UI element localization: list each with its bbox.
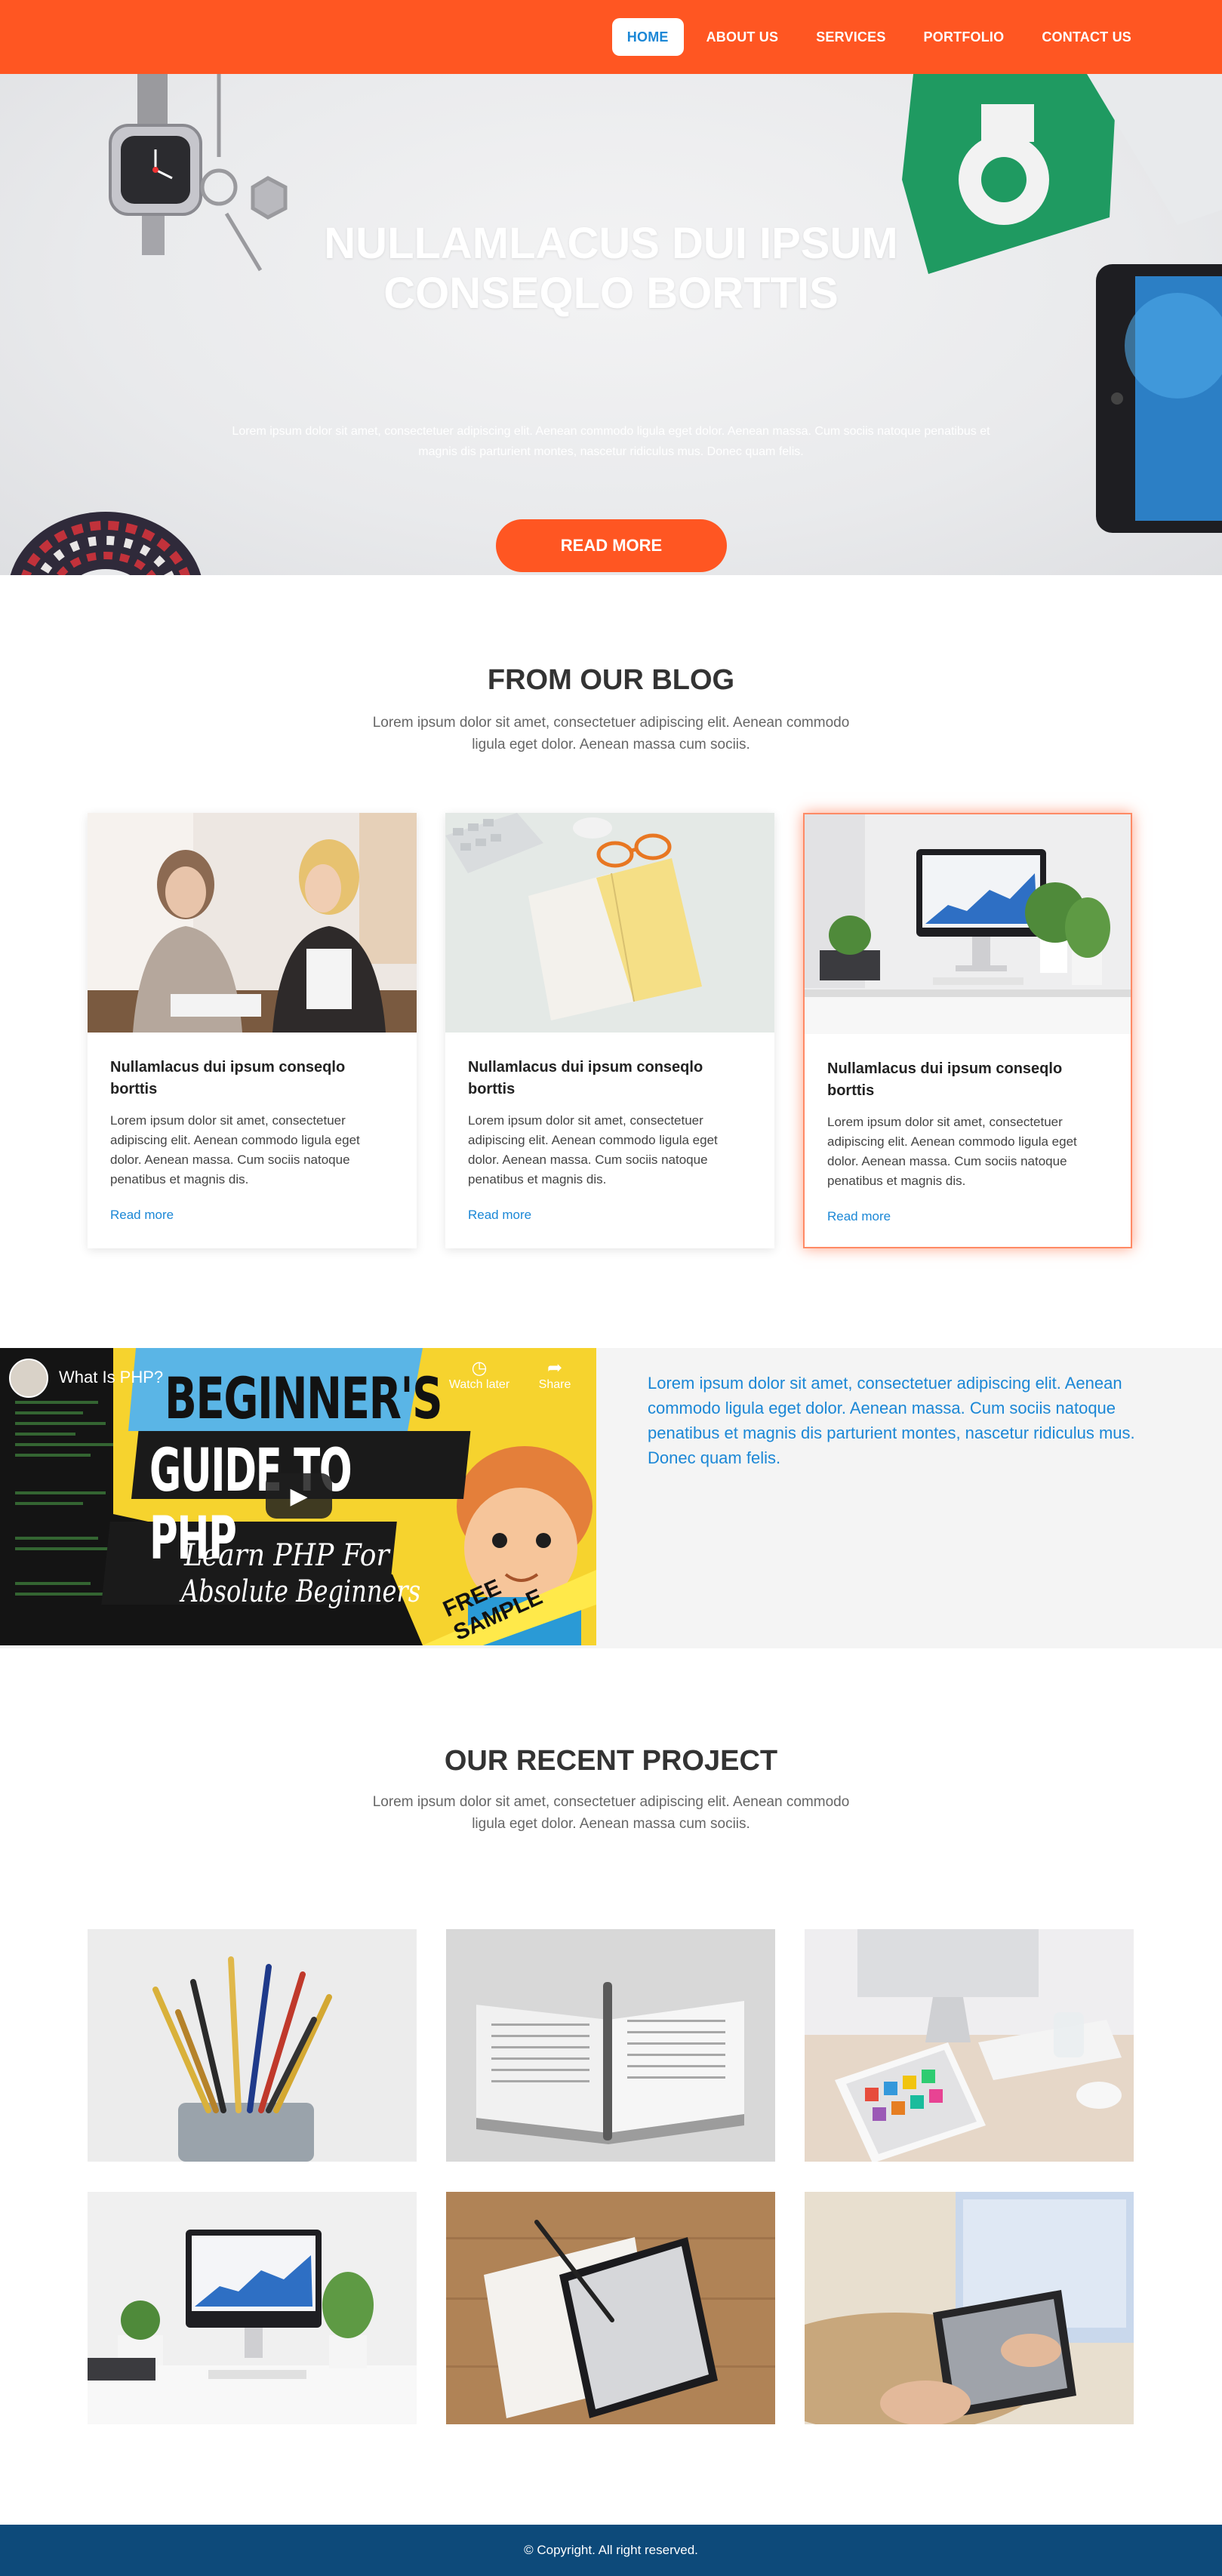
- project-open-book-image[interactable]: [446, 1929, 775, 2162]
- blog-card: Nullamlacus dui ipsum conseqlo borttis L…: [88, 813, 417, 1248]
- blog-card-body: Nullamlacus dui ipsum conseqlo borttis L…: [88, 1033, 417, 1223]
- video-section: What Is PHP? ◷ Watch later ➦ Share BEGIN…: [0, 1348, 1222, 1648]
- nav-services[interactable]: SERVICES: [801, 18, 900, 56]
- blog-card-highlighted: Nullamlacus dui ipsum conseqlo borttis L…: [803, 813, 1132, 1248]
- project-tablet-hands-image[interactable]: [805, 2192, 1134, 2424]
- nav-menu: HOME ABOUT US SERVICES PORTFOLIO CONTACT…: [611, 18, 1147, 56]
- blog-card-text: Lorem ipsum dolor sit amet, consectetuer…: [110, 1113, 360, 1186]
- project-tablet-desk-image[interactable]: [805, 1929, 1134, 2162]
- hero-subtitle: Lorem ipsum dolor sit amet, consectetuer…: [232, 425, 990, 458]
- blog-subtitle: Lorem ipsum dolor sit amet, consectetuer…: [372, 715, 850, 752]
- projects-grid: [88, 1929, 1222, 2424]
- blog-card-image-notebook: [445, 813, 774, 1033]
- blog-card-title: Nullamlacus dui ipsum conseqlo borttis: [827, 1060, 1063, 1099]
- play-icon: ▶: [290, 1483, 308, 1509]
- blog-card-image-desktop: [805, 814, 1131, 1034]
- nav-contact-us[interactable]: CONTACT US: [1027, 18, 1147, 56]
- watch-later-button[interactable]: ◷ Watch later: [442, 1359, 517, 1392]
- play-button[interactable]: ▶: [266, 1473, 332, 1519]
- blog-card-read-more-link[interactable]: Read more: [468, 1208, 531, 1223]
- nav-portfolio[interactable]: PORTFOLIO: [909, 18, 1020, 56]
- hero-desk-background: [10, 74, 1222, 575]
- copyright-text: © Copyright. All right reserved.: [524, 2543, 698, 2557]
- projects-subtitle: Lorem ipsum dolor sit amet, consectetuer…: [372, 1794, 850, 1832]
- thumbnail-heading-line1: BEGINNER'S: [165, 1365, 443, 1432]
- projects-title: OUR RECENT PROJECT: [444, 1745, 778, 1777]
- blog-cards: Nullamlacus dui ipsum conseqlo borttis L…: [88, 813, 1222, 1248]
- nav-home[interactable]: HOME: [611, 18, 684, 56]
- share-icon: ➦: [546, 1358, 563, 1378]
- thumbnail-script-line2: Absolute Beginners: [181, 1574, 421, 1609]
- navbar: HOME ABOUT US SERVICES PORTFOLIO CONTACT…: [0, 0, 1222, 74]
- rope-image: [10, 512, 202, 575]
- blog-card-read-more-link[interactable]: Read more: [827, 1209, 891, 1224]
- youtube-video-embed[interactable]: What Is PHP? ◷ Watch later ➦ Share BEGIN…: [0, 1348, 596, 1645]
- blog-title: FROM OUR BLOG: [487, 664, 735, 696]
- blog-card-title: Nullamlacus dui ipsum conseqlo borttis: [468, 1059, 703, 1097]
- blog-card-title: Nullamlacus dui ipsum conseqlo borttis: [110, 1059, 346, 1097]
- nav-about-us[interactable]: ABOUT US: [691, 18, 794, 56]
- projects-section: OUR RECENT PROJECT Lorem ipsum dolor sit…: [0, 1648, 1222, 2525]
- video-description: Lorem ipsum dolor sit amet, consectetuer…: [648, 1374, 1135, 1467]
- footer: © Copyright. All right reserved.: [0, 2525, 1222, 2576]
- blog-card-body: Nullamlacus dui ipsum conseqlo borttis L…: [805, 1034, 1131, 1224]
- clock-icon: ◷: [471, 1358, 488, 1378]
- video-channel-avatar[interactable]: [9, 1359, 48, 1398]
- blog-card-text: Lorem ipsum dolor sit amet, consectetuer…: [827, 1115, 1077, 1188]
- hero-title: NULLAMLACUS DUI IPSUM CONSEQLO BORTTIS: [0, 219, 1222, 319]
- blog-card-text: Lorem ipsum dolor sit amet, consectetuer…: [468, 1113, 718, 1186]
- blog-card-read-more-link[interactable]: Read more: [110, 1208, 174, 1223]
- watch-later-label: Watch later: [448, 1378, 510, 1391]
- blog-card-image-meeting: [88, 813, 417, 1033]
- video-title[interactable]: What Is PHP?: [59, 1368, 163, 1387]
- read-more-button[interactable]: READ MORE: [496, 519, 727, 572]
- blog-section: FROM OUR BLOG Lorem ipsum dolor sit amet…: [0, 575, 1222, 1348]
- project-brushes-image[interactable]: [88, 1929, 417, 2162]
- project-phone-notebook-image[interactable]: [446, 2192, 775, 2424]
- blog-card: Nullamlacus dui ipsum conseqlo borttis L…: [445, 813, 774, 1248]
- hero-title-line2: CONSEQLO BORTTIS: [383, 269, 839, 318]
- share-label: Share: [538, 1378, 571, 1391]
- share-button[interactable]: ➦ Share: [528, 1359, 581, 1392]
- project-desktop-workspace-image[interactable]: [88, 2192, 417, 2424]
- hero-banner: NULLAMLACUS DUI IPSUM CONSEQLO BORTTIS L…: [0, 74, 1222, 575]
- hero-title-line1: NULLAMLACUS DUI IPSUM: [324, 219, 898, 268]
- blog-card-body: Nullamlacus dui ipsum conseqlo borttis L…: [445, 1033, 774, 1223]
- thumbnail-script-line1: Learn PHP For: [184, 1538, 389, 1573]
